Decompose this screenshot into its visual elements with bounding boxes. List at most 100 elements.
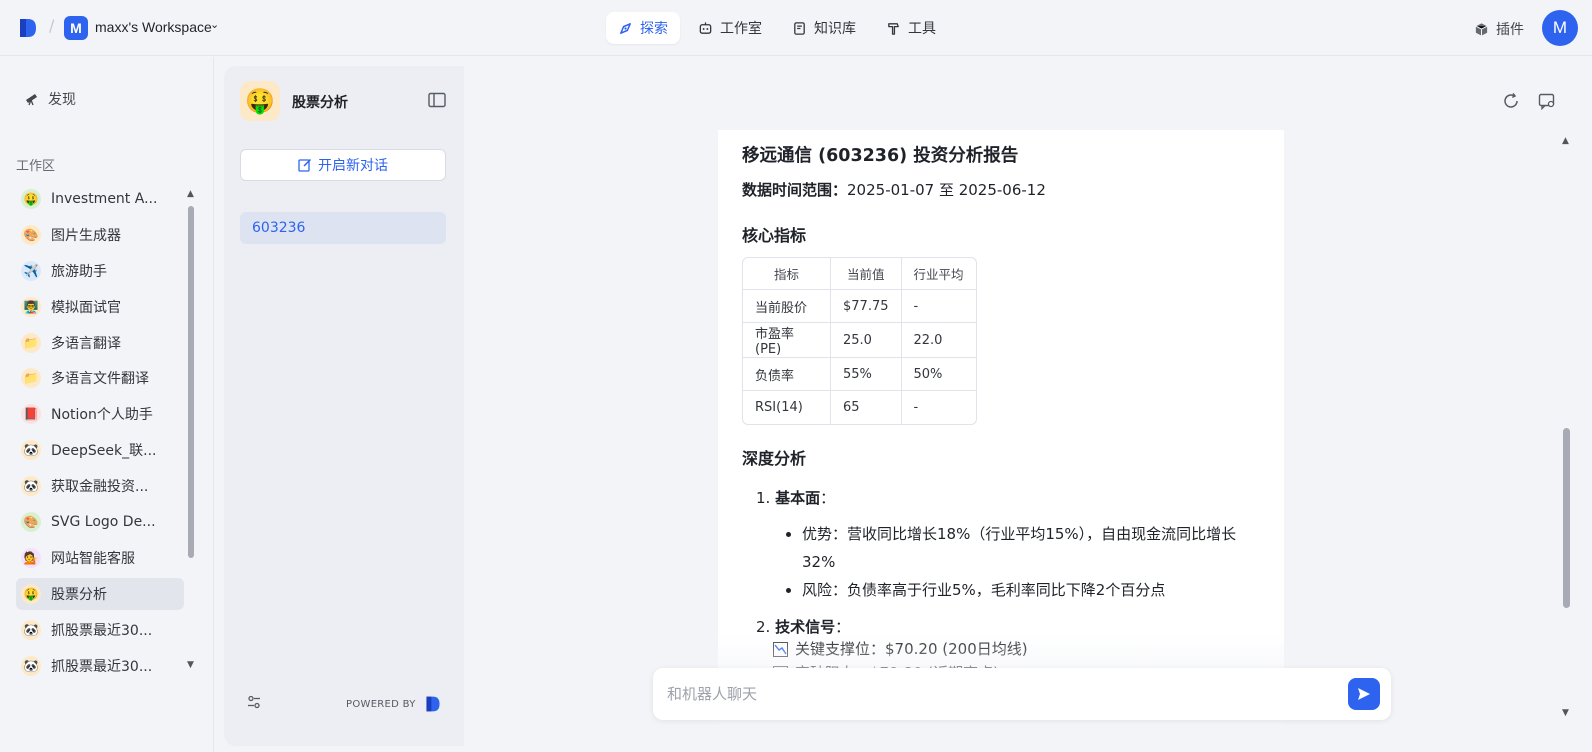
settings-sliders-icon[interactable] xyxy=(246,694,262,710)
bot-name: 股票分析 xyxy=(292,95,348,111)
sidebar-item-workspace[interactable]: 🤑 Investment A... xyxy=(16,183,184,215)
date-range-value: 2025-01-07 至 2025-06-12 xyxy=(847,181,1046,199)
table-row: 负债率 55% 50% xyxy=(743,358,976,391)
table-cell: 55% xyxy=(831,358,902,391)
hammer-icon xyxy=(888,22,899,35)
table-row: 当前股价 $77.75- xyxy=(743,290,976,323)
table-cell: 50% xyxy=(901,358,976,391)
workspace-emoji-icon: 💁 xyxy=(21,547,41,568)
nav-studio[interactable]: 工作室 xyxy=(686,12,774,44)
scroll-up-icon[interactable]: ▲ xyxy=(187,189,194,199)
new-chat-button[interactable]: 开启新对话 xyxy=(240,149,446,181)
sidebar-item-workspace[interactable]: 👨‍🏫 模拟面试官 xyxy=(16,291,184,323)
chevron-down-icon[interactable]: ⌄ xyxy=(210,18,219,31)
chat-scroll-down-icon[interactable]: ▼ xyxy=(1562,708,1569,718)
user-avatar[interactable]: M xyxy=(1542,10,1578,46)
sidebar-item-label: 模拟面试官 xyxy=(51,299,121,316)
sidebar-item-workspace[interactable]: 🐼 抓股票最近30... xyxy=(16,650,184,682)
workspace-emoji-icon: 📕 xyxy=(21,404,41,425)
table-row: 市盈率(PE) 25.0 22.0 xyxy=(743,323,976,358)
breadcrumb-separator: / xyxy=(49,16,55,35)
edit-icon xyxy=(298,158,312,172)
discover-label: 发现 xyxy=(48,92,76,108)
sidebar-item-workspace[interactable]: 🤑 股票分析 xyxy=(16,577,184,610)
table-cell: 25.0 xyxy=(831,323,902,358)
workspace-emoji-icon: 👨‍🏫 xyxy=(21,296,41,317)
conversation-item[interactable]: 603236 xyxy=(240,212,446,244)
table-cell: 22.0 xyxy=(901,323,976,358)
send-button[interactable] xyxy=(1348,678,1380,710)
chat-settings-icon[interactable] xyxy=(1538,92,1556,110)
chat-area: 移远通信 (603236) 投资分析报告 数据时间范围：2025-01-07 至… xyxy=(468,74,1583,746)
app-logo-icon[interactable] xyxy=(18,17,38,39)
sidebar-item-label: 多语言文件翻译 xyxy=(51,371,149,388)
sidebar-item-label: 多语言翻译 xyxy=(51,335,121,352)
table-cell: $77.75 xyxy=(831,290,902,323)
top-bar: / M maxx's Workspace ⌄ 探索 工作室 知识库 工具 插件 … xyxy=(0,0,1592,56)
plugin-label: 插件 xyxy=(1496,22,1524,38)
nav-knowledge[interactable]: 知识库 xyxy=(780,12,868,44)
workspace-name[interactable]: maxx's Workspace xyxy=(95,19,212,35)
table-cell: 65 xyxy=(831,391,902,424)
bot-avatar: 🤑 xyxy=(240,81,280,121)
chat-scrollbar[interactable] xyxy=(1563,428,1570,608)
conversation-panel: 🤑 股票分析 开启新对话 603236 POWERED BY xyxy=(224,66,464,746)
table-cell: - xyxy=(913,400,919,415)
robot-icon xyxy=(699,21,712,34)
chat-input-box xyxy=(653,668,1391,720)
table-cell: - xyxy=(901,290,976,323)
sidebar-item-workspace[interactable]: 🐼 DeepSeek_联... xyxy=(16,434,184,466)
sidebar-item-workspace[interactable]: 💁 网站智能客服 xyxy=(16,542,184,574)
refresh-icon[interactable] xyxy=(1502,92,1520,110)
sidebar-item-workspace[interactable]: 🐼 抓股票最近30... xyxy=(16,614,184,646)
sidebar: 发现 工作区 🤑 Investment A... 🎨 图片生成器 ✈️ 旅游助手 👨‍🏫 模拟… xyxy=(0,57,214,752)
workspace-avatar[interactable]: M xyxy=(64,16,88,40)
fundamental-number: 1. xyxy=(756,489,771,507)
sidebar-item-workspace[interactable]: 📁 多语言文件翻译 xyxy=(16,362,184,394)
workspace-emoji-icon: 🐼 xyxy=(21,440,41,461)
nav-knowledge-label: 知识库 xyxy=(814,21,856,37)
workspace-emoji-icon: 📁 xyxy=(21,368,41,389)
workspace-emoji-icon: 🐼 xyxy=(21,655,41,676)
table-cell: RSI(14) xyxy=(743,391,831,424)
sidebar-item-label: SVG Logo De... xyxy=(51,514,156,531)
scroll-down-icon[interactable]: ▼ xyxy=(187,660,194,670)
sidebar-item-label: 抓股票最近30... xyxy=(51,622,153,639)
plugin-button[interactable]: 插件 xyxy=(1474,19,1524,39)
sidebar-item-workspace[interactable]: 📁 多语言翻译 xyxy=(16,327,184,359)
nav-tools[interactable]: 工具 xyxy=(874,12,948,44)
nav-tools-label: 工具 xyxy=(908,21,936,37)
sidebar-item-workspace[interactable]: 🎨 图片生成器 xyxy=(16,219,184,251)
chat-scroll-up-icon[interactable]: ▲ xyxy=(1562,136,1569,146)
chat-input[interactable] xyxy=(667,682,1317,706)
column-header: 当前值 xyxy=(831,258,902,290)
sidebar-item-label: 获取金融投资... xyxy=(51,479,149,496)
core-metrics-heading: 核心指标 xyxy=(742,226,807,245)
workspace-emoji-icon: ✈️ xyxy=(21,260,41,281)
workspace-section-label: 工作区 xyxy=(16,159,56,174)
table-cell: 负债率 xyxy=(743,358,831,391)
sidebar-item-workspace[interactable]: 🎨 SVG Logo De... xyxy=(16,506,184,538)
table-header-row: 指标 当前值 行业平均 xyxy=(743,258,976,290)
main-nav: 探索 工作室 知识库 工具 xyxy=(606,12,948,44)
sidebar-collapse-icon[interactable] xyxy=(428,92,446,108)
sidebar-item-discover[interactable]: 发现 xyxy=(24,89,76,109)
sidebar-item-label: Notion个人助手 xyxy=(51,407,153,424)
sidebar-item-label: 旅游助手 xyxy=(51,263,107,280)
list-item: 风险：负债率高于行业5%，毛利率同比下降2个百分点 xyxy=(802,576,1260,604)
sidebar-item-workspace[interactable]: 📕 Notion个人助手 xyxy=(16,398,184,430)
sidebar-item-label: 抓股票最近30... xyxy=(51,658,153,675)
workspace-emoji-icon: 🐼 xyxy=(21,619,41,640)
new-chat-label: 开启新对话 xyxy=(318,158,388,174)
nav-studio-label: 工作室 xyxy=(720,21,762,37)
sidebar-item-workspace[interactable]: 🐼 获取金融投资... xyxy=(16,470,184,502)
column-header: 指标 xyxy=(743,258,831,290)
nav-explore[interactable]: 探索 xyxy=(606,12,680,44)
telescope-icon xyxy=(26,94,37,106)
compass-icon xyxy=(620,22,631,34)
sidebar-item-label: Investment A... xyxy=(51,191,158,207)
sidebar-item-workspace[interactable]: ✈️ 旅游助手 xyxy=(16,255,184,287)
sidebar-scrollbar[interactable] xyxy=(188,206,194,558)
sidebar-item-label: 网站智能客服 xyxy=(51,550,135,567)
column-header: 行业平均 xyxy=(901,258,976,290)
